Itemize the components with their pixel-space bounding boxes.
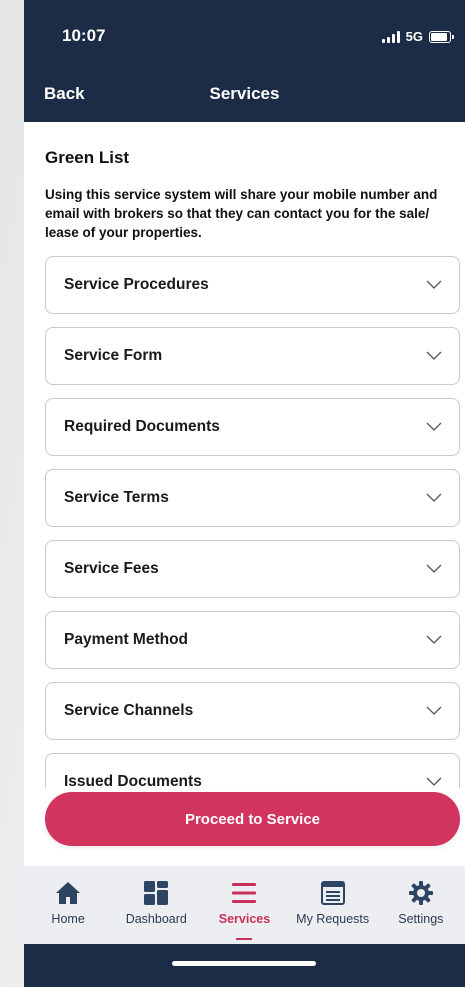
accordion-label: Service Form	[64, 347, 163, 364]
accordion-label: Issued Documents	[64, 773, 202, 788]
service-description: Using this service system will share you…	[45, 187, 438, 240]
signal-icon	[381, 30, 400, 43]
home-icon	[56, 882, 81, 904]
chevron-down-icon	[426, 422, 442, 431]
accordion-service-fees[interactable]: Service Fees	[45, 540, 460, 598]
status-indicators: 5G	[381, 29, 454, 44]
tab-bar: Home Dashboard Services My Requests Sett…	[24, 866, 465, 944]
tab-label: Settings	[398, 912, 444, 926]
accordion-label: Service Terms	[64, 489, 169, 506]
accordion-required-documents[interactable]: Required Documents	[45, 398, 460, 456]
active-tab-indicator	[236, 938, 253, 940]
accordion-label: Required Documents	[64, 418, 220, 435]
service-title: Green List	[45, 148, 130, 167]
accordion-label: Service Procedures	[64, 276, 209, 293]
gear-icon	[408, 881, 433, 905]
accordion-service-channels[interactable]: Service Channels	[45, 682, 460, 740]
tab-settings[interactable]: Settings	[381, 866, 461, 926]
battery-icon	[429, 30, 454, 43]
chevron-down-icon	[426, 493, 442, 502]
accordion-payment-method[interactable]: Payment Method	[45, 611, 460, 669]
chevron-down-icon	[426, 706, 442, 715]
page-title: Services	[209, 84, 280, 103]
dashboard-icon	[144, 881, 169, 905]
accordion-label: Payment Method	[64, 631, 189, 648]
accordion-issued-documents[interactable]: Issued Documents	[45, 753, 460, 788]
tab-home[interactable]: Home	[28, 866, 108, 926]
requests-icon	[320, 881, 345, 905]
accordion-label: Service Fees	[64, 560, 159, 577]
network-type: 5G	[405, 29, 423, 44]
accordion-service-terms[interactable]: Service Terms	[45, 469, 460, 527]
accordion-service-procedures[interactable]: Service Procedures	[45, 256, 460, 314]
home-indicator[interactable]	[172, 961, 316, 966]
tab-label: My Requests	[296, 912, 370, 926]
menu-icon	[232, 883, 257, 903]
tab-label: Services	[218, 912, 271, 926]
tab-my-requests[interactable]: My Requests	[293, 866, 373, 926]
accordion-service-form[interactable]: Service Form	[45, 327, 460, 385]
nav-bar: Back Services	[24, 78, 465, 122]
phone-screen: 10:07 5G Back Services Green List Using …	[24, 0, 465, 987]
service-content[interactable]: Green List Using this service system wil…	[24, 122, 465, 788]
chevron-down-icon	[426, 777, 442, 786]
home-indicator-area	[24, 944, 465, 987]
status-bar: 10:07 5G	[24, 0, 465, 78]
chevron-down-icon	[426, 280, 442, 289]
tab-dashboard[interactable]: Dashboard	[116, 866, 196, 926]
tab-services[interactable]: Services	[204, 866, 284, 940]
chevron-down-icon	[426, 351, 442, 360]
chevron-down-icon	[426, 564, 442, 573]
tab-label: Home	[51, 912, 85, 926]
chevron-down-icon	[426, 635, 442, 644]
tab-label: Dashboard	[125, 912, 187, 926]
proceed-to-service-button[interactable]: Proceed to Service	[45, 792, 460, 846]
status-time: 10:07	[62, 26, 106, 45]
accordion-label: Service Channels	[64, 702, 194, 719]
